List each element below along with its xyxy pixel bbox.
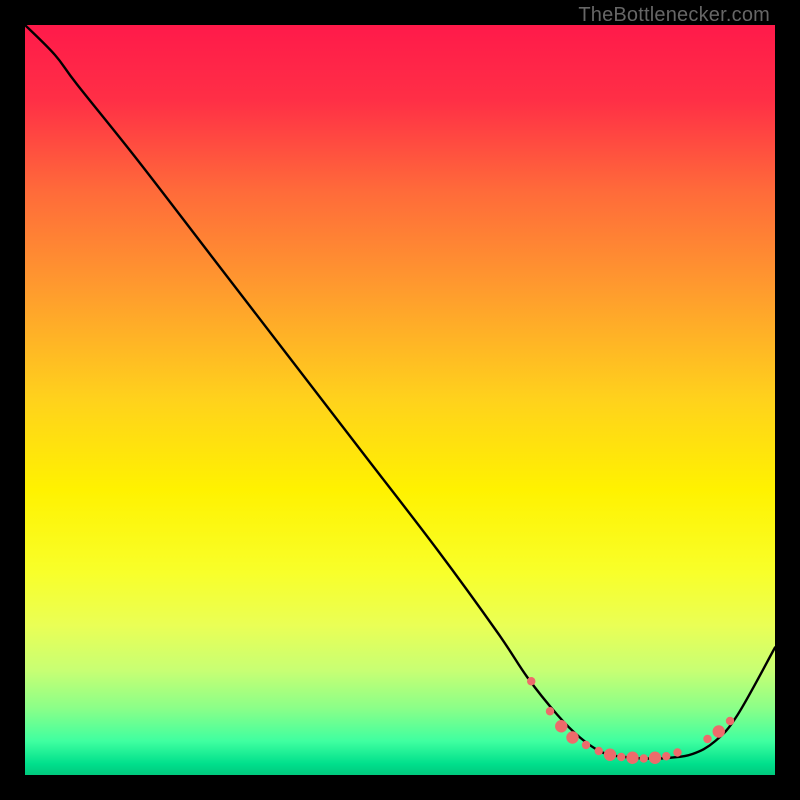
highlight-dot bbox=[662, 752, 670, 760]
watermark-text: TheBottlenecker.com bbox=[578, 4, 770, 27]
highlight-dot bbox=[527, 677, 535, 685]
highlight-dot bbox=[595, 747, 603, 755]
highlight-dot bbox=[640, 754, 648, 762]
highlight-dot bbox=[703, 735, 711, 743]
bottleneck-chart bbox=[25, 25, 775, 775]
highlight-dot bbox=[546, 707, 554, 715]
highlight-dot bbox=[555, 720, 567, 732]
gradient-background bbox=[25, 25, 775, 775]
highlight-dot bbox=[566, 731, 578, 743]
highlight-dot bbox=[604, 749, 616, 761]
chart-frame: TheBottlenecker.com bbox=[0, 0, 800, 800]
highlight-dot bbox=[582, 741, 590, 749]
highlight-dot bbox=[626, 752, 638, 764]
highlight-dot bbox=[713, 725, 725, 737]
highlight-dot bbox=[649, 752, 661, 764]
highlight-dot bbox=[673, 748, 681, 756]
highlight-dot bbox=[617, 753, 625, 761]
highlight-dot bbox=[726, 717, 734, 725]
